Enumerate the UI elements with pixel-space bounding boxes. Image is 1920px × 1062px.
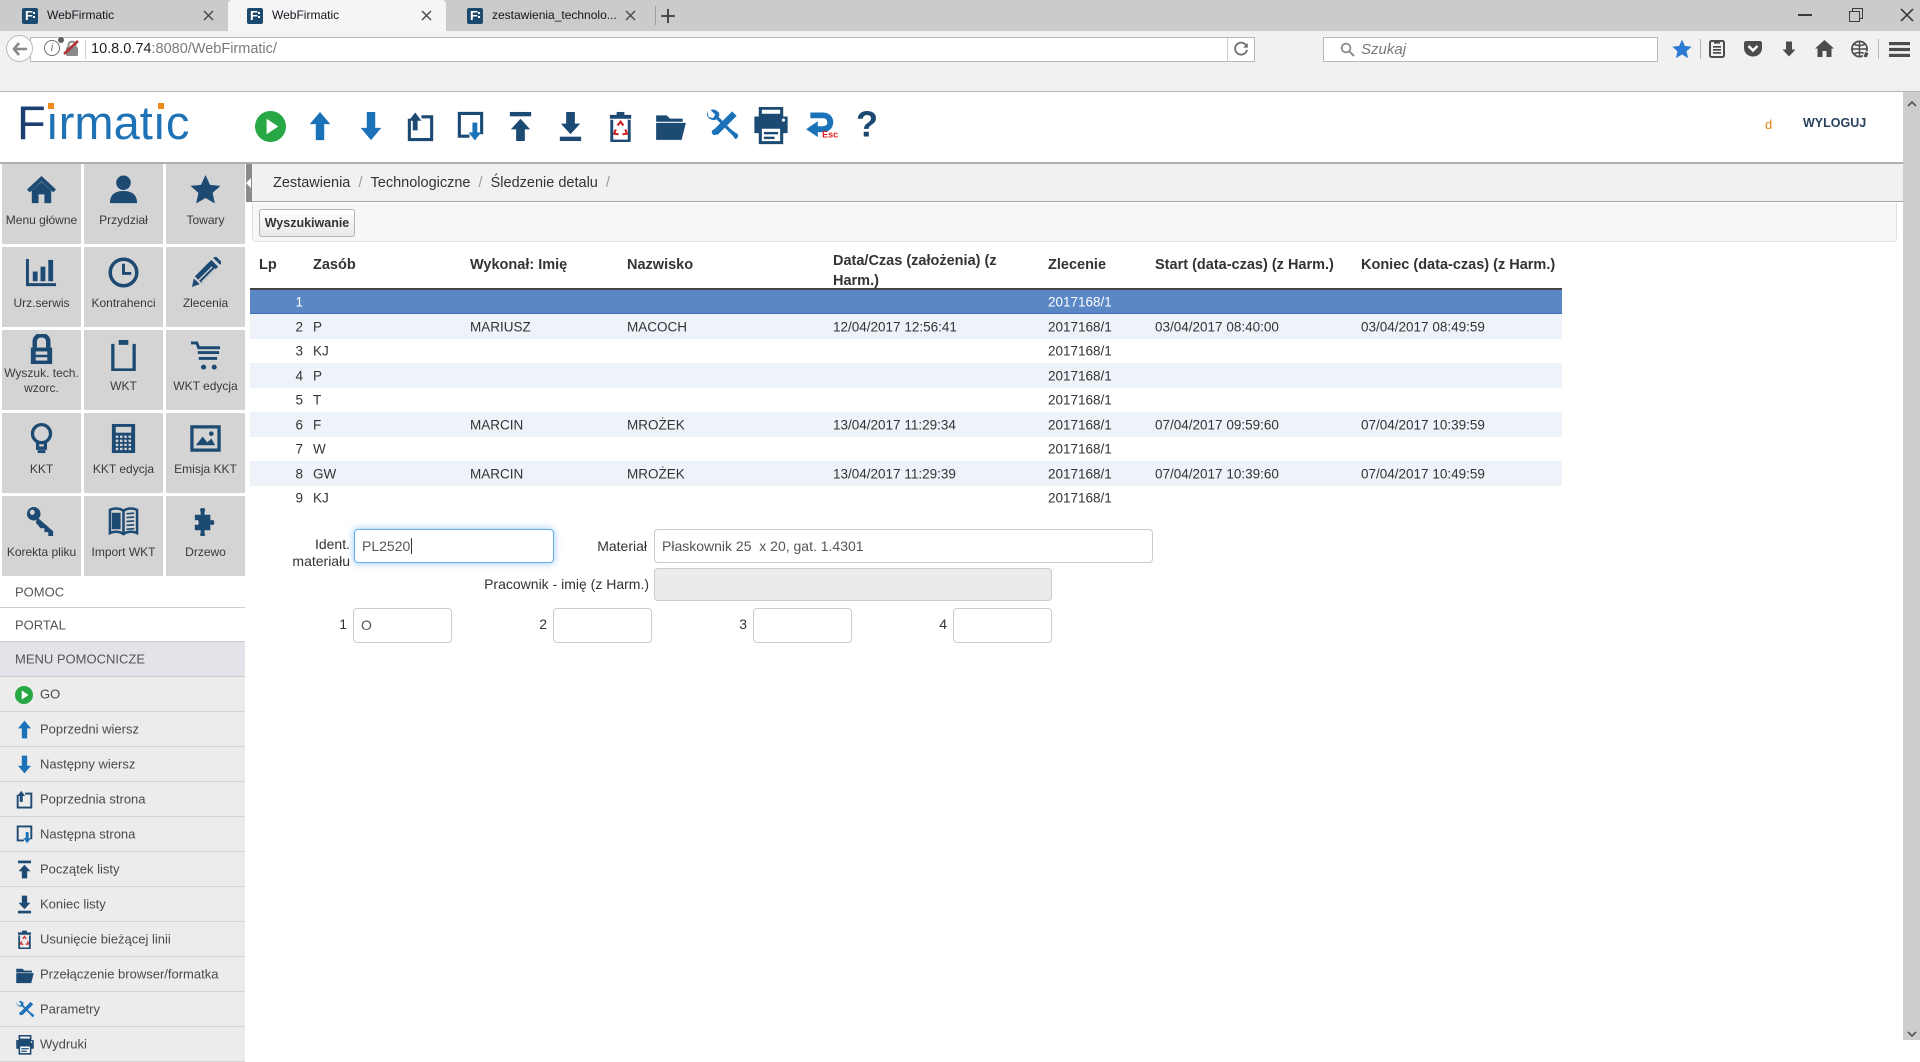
- svg-text:Esc: Esc: [822, 130, 838, 140]
- svg-text:?: ?: [856, 109, 878, 143]
